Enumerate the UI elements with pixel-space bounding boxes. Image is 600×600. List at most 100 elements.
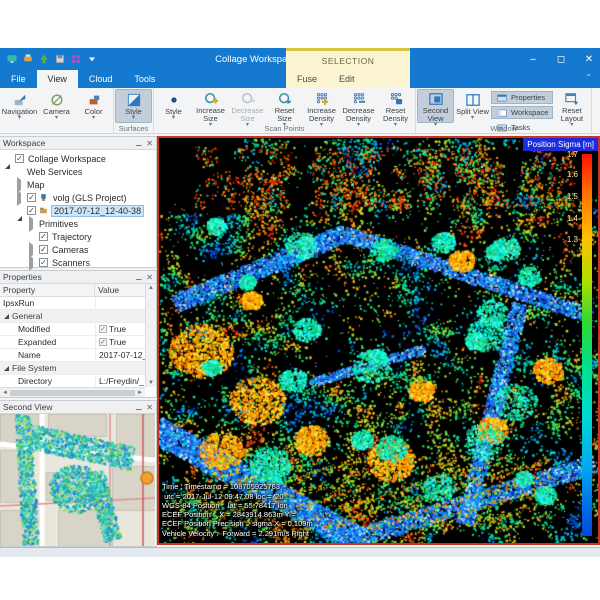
quick-access-toolbar [0,48,98,70]
tab-tools[interactable]: Tools [123,70,166,88]
property-row-name[interactable]: Name 2017-07-12_12-40-38 [0,349,145,362]
pin-icon[interactable]: ⚊ [135,403,142,412]
ribbon: Navigation▾Camera▾Color▾Style▾SurfacesSt… [0,88,600,134]
checkbox-checked[interactable]: ✓ [27,193,36,202]
tab-view[interactable]: View [37,70,78,88]
style-button[interactable]: Style▾ [115,89,152,123]
close-icon[interactable]: ✕ [146,139,153,148]
expander-closed-icon[interactable] [16,180,25,190]
app-icon[interactable] [5,53,18,66]
expander-open-icon[interactable] [16,206,25,216]
checkbox-checked[interactable]: ✓ [15,154,24,163]
import-icon[interactable] [37,53,50,66]
split-view-button[interactable]: Split View▾ [454,89,491,123]
pin-icon[interactable]: ⚊ [135,273,142,282]
print-icon[interactable] [21,53,34,66]
ribbon-tabs: FileViewCloudTools [0,70,166,88]
save-icon[interactable] [53,53,66,66]
run-icon [38,206,49,215]
ribbon-group-view: Navigation▾Camera▾Color▾ [0,88,114,133]
property-row-file-system[interactable]: File System [0,362,145,375]
reset-size-button[interactable]: Reset Size▾ [266,89,303,123]
maximize-button[interactable]: ◻ [554,54,568,65]
tab-fuse[interactable]: Fuse [286,70,328,88]
property-name: Name [18,350,41,360]
tree-item-2017-07-12-12-40-38[interactable]: ✓ 2017-07-12_12-40-38 [0,204,156,217]
qat-dropdown-icon[interactable] [85,53,98,66]
reset-layout-button[interactable]: Reset Layout▾ [553,89,590,123]
tab-edit[interactable]: Edit [328,70,366,88]
ribbon-group-label: Surfaces [114,124,153,133]
tree-item-primitives[interactable]: Primitives [0,217,156,230]
colorbar-tick-label: 1.7 [552,150,578,159]
second-view-map[interactable] [0,414,155,546]
pin-icon[interactable]: ⚊ [135,139,142,148]
camera-icon [48,92,65,107]
tab-cloud[interactable]: Cloud [78,70,124,88]
second-view-panel: Second View ⚊ ✕ [0,400,157,547]
color-icon [85,92,102,107]
properties-toggle[interactable]: Properties [491,91,553,104]
tree-item-map[interactable]: Map [0,178,156,191]
column-header-property[interactable]: Property [0,284,95,296]
close-icon[interactable]: ✕ [146,273,153,282]
vertical-scrollbar[interactable]: ▲▼ [145,284,156,387]
property-row-modified[interactable]: Modified✓True [0,323,145,336]
properties-panel-title: Properties [3,272,42,282]
decrease-density-button[interactable]: Decrease Density▾ [340,89,377,123]
checkbox-checked[interactable]: ✓ [39,232,48,241]
style-button[interactable]: Style▾ [155,89,192,123]
tree-item-label: 2017-07-12_12-40-38 [51,205,144,217]
tree-item-web-services[interactable]: Web Services [0,165,156,178]
ribbon-collapse-icon[interactable]: ⌃ [585,73,592,82]
telemetry-line: WGS-84 Position : lat = 55.78417 lon [162,501,313,510]
tree-item-label: Web Services [25,167,84,177]
modules-icon[interactable] [69,53,82,66]
colorbar-tick-label: 1.5 [552,192,578,201]
main-3d-viewport[interactable]: Position Sigma [m] 1.71.61.51.41.3 Time … [157,136,600,545]
horizontal-scrollbar[interactable]: ◄► [0,387,145,397]
expander-open-icon[interactable] [4,154,13,164]
navigation-icon [11,92,28,107]
telemetry-line: Vehicle Velocity : Forward = 2.291m/s Ri… [162,529,313,538]
property-row-expanded[interactable]: Expanded✓True [0,336,145,349]
increase-density-button[interactable]: Increase Density▾ [303,89,340,123]
colorbar-tick-label: 1.3 [552,235,578,244]
properties-icon [496,93,508,103]
close-icon[interactable]: ✕ [146,403,153,412]
expander-closed-icon[interactable] [28,219,37,229]
tree-item-collage-workspace[interactable]: ✓Collage Workspace [0,152,156,165]
minimize-button[interactable]: – [526,54,540,65]
expander-closed-icon[interactable] [16,193,25,203]
tree-item-trajectory[interactable]: ✓Trajectory [0,230,156,243]
property-row-ipsxrun[interactable]: IpsxRun [0,297,145,310]
checkbox-checked[interactable]: ✓ [39,258,48,267]
increase-size-button[interactable]: Increase Size▾ [192,89,229,123]
navigation-button[interactable]: Navigation▾ [1,89,38,123]
expander-closed-icon[interactable] [28,245,37,255]
close-button[interactable]: ✕ [582,54,596,65]
checkbox-checked[interactable]: ✓ [39,245,48,254]
second-view-button[interactable]: Second View▾ [417,89,454,123]
second-view-panel-header: Second View ⚊ ✕ [0,401,156,414]
checkbox-checked[interactable]: ✓ [27,206,36,215]
surface-style-icon [125,92,142,107]
camera-button[interactable]: Camera▾ [38,89,75,123]
contextual-tabs: FuseEdit [286,70,410,88]
property-value: 2017-07-12_12-40-38 [99,350,145,360]
tree-item-scanners[interactable]: ✓Scanners [0,256,156,269]
split-view-icon [464,92,481,107]
workspace-toggle[interactable]: Workspace [491,106,553,119]
workspace-icon [496,108,508,118]
property-row-general[interactable]: General [0,310,145,323]
property-value: True [109,337,126,347]
color-button[interactable]: Color▾ [75,89,112,123]
property-name: File System [12,363,56,373]
tree-item-cameras[interactable]: ✓Cameras [0,243,156,256]
property-name: Expanded [18,337,56,347]
tab-file[interactable]: File [0,70,37,88]
second-view-panel-title: Second View [3,402,52,412]
reset-density-button[interactable]: Reset Density▾ [377,89,414,123]
tree-item-volg-gls-project-[interactable]: ✓volg (GLS Project) [0,191,156,204]
expander-closed-icon[interactable] [28,258,37,268]
